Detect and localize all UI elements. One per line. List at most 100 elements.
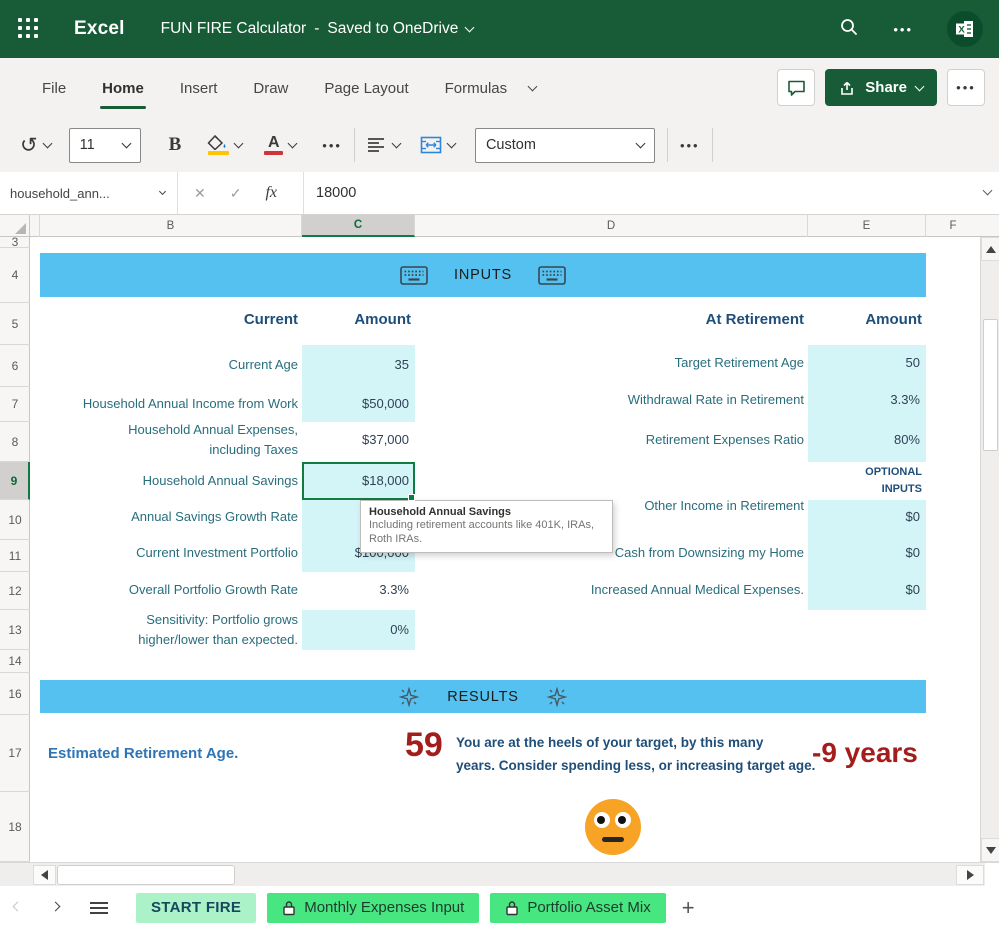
expand-formula-bar-chevron-icon[interactable] <box>983 186 993 196</box>
sheet-canvas[interactable]: INPUTS Current Amount At Retirement Amou… <box>30 237 980 862</box>
row-header-14[interactable]: 14 <box>0 650 30 673</box>
document-title[interactable]: FUN FIRE Calculator - Saved to OneDrive <box>161 20 474 38</box>
column-header-a[interactable] <box>30 215 40 237</box>
scroll-down-button[interactable] <box>981 838 999 862</box>
cancel-icon[interactable]: ✕ <box>194 185 206 202</box>
cell-label[interactable]: Sensitivity: Portfolio grows higher/lowe… <box>78 610 298 650</box>
amount-header-left[interactable]: Amount <box>300 310 411 330</box>
comments-button[interactable] <box>777 69 815 106</box>
cell-value[interactable]: 3.3% <box>810 390 920 410</box>
cell-label[interactable]: Overall Portfolio Growth Rate <box>40 580 298 600</box>
scroll-left-button[interactable] <box>33 865 56 885</box>
enter-icon[interactable]: ✓ <box>230 185 242 202</box>
cell-label[interactable]: Annual Savings Growth Rate <box>40 507 298 527</box>
cell-value[interactable]: 80% <box>810 430 920 450</box>
cell-value[interactable]: 3.3% <box>304 580 409 600</box>
cell-value[interactable]: 35 <box>304 355 409 375</box>
more-tabs-chevron-icon[interactable] <box>528 82 538 92</box>
cell-value[interactable]: $0 <box>810 580 920 600</box>
next-sheet-chevron-icon[interactable] <box>42 906 68 910</box>
scroll-right-button[interactable] <box>956 865 984 885</box>
years-delta-value[interactable]: -9 years <box>812 737 918 769</box>
estimated-age-value[interactable]: 59 <box>405 726 443 765</box>
font-size-select[interactable]: 11 <box>69 128 141 163</box>
formula-input[interactable]: 18000 <box>304 185 356 201</box>
alignment-button[interactable] <box>367 137 400 153</box>
cell-value[interactable]: $0 <box>810 543 920 563</box>
row-header-18[interactable]: 18 <box>0 792 30 862</box>
cell-label[interactable]: Increased Annual Medical Expenses. <box>500 580 804 600</box>
cell-value[interactable]: 50 <box>810 353 920 373</box>
sheet-tab-portfolio-asset-mix[interactable]: Portfolio Asset Mix <box>490 893 665 923</box>
column-header-c[interactable]: C <box>302 215 415 237</box>
cell-value[interactable]: $37,000 <box>304 430 409 450</box>
excel-app-icon[interactable]: X <box>947 11 983 47</box>
cell-label[interactable]: Withdrawal Rate in Retirement <box>500 390 804 410</box>
cell-label[interactable]: Current Investment Portfolio <box>40 543 298 563</box>
vertical-scroll-thumb[interactable] <box>983 319 998 451</box>
cell-label[interactable]: Household Annual Expenses, including Tax… <box>78 420 298 460</box>
tab-file[interactable]: File <box>24 70 84 107</box>
ribbon-more-button[interactable]: ••• <box>947 69 985 106</box>
horizontal-scrollbar[interactable] <box>0 862 999 886</box>
sheet-tab-start-fire[interactable]: START FIRE <box>136 893 256 923</box>
select-all-corner[interactable] <box>0 215 30 237</box>
column-header-e[interactable]: E <box>808 215 926 237</box>
results-section-bar[interactable]: RESULTS <box>40 680 926 713</box>
sheet-tab-monthly-expenses[interactable]: Monthly Expenses Input <box>267 893 479 923</box>
inputs-section-bar[interactable]: INPUTS <box>40 253 926 297</box>
row-header-5[interactable]: 5 <box>0 303 30 345</box>
all-sheets-menu-icon[interactable] <box>90 902 108 914</box>
more-options-icon[interactable]: ••• <box>893 23 913 36</box>
font-color-button[interactable]: A <box>264 135 296 155</box>
row-header-7[interactable]: 7 <box>0 387 30 422</box>
row-header-16[interactable]: 16 <box>0 673 30 715</box>
row-header-9[interactable]: 9 <box>0 462 30 500</box>
fill-handle[interactable] <box>408 494 415 501</box>
cell-label[interactable]: Target Retirement Age <box>500 353 804 373</box>
cell-value[interactable]: $50,000 <box>304 394 409 414</box>
estimated-retirement-age-label[interactable]: Estimated Retirement Age. <box>48 745 238 762</box>
prev-sheet-chevron-icon[interactable] <box>4 906 30 910</box>
amount-header-right[interactable]: Amount <box>810 310 922 330</box>
cell-value[interactable]: 0% <box>304 620 409 640</box>
font-more-icon[interactable]: ••• <box>322 138 342 153</box>
search-icon[interactable] <box>839 17 859 42</box>
selected-cell[interactable] <box>302 462 415 500</box>
tab-draw[interactable]: Draw <box>235 70 306 107</box>
tab-page-layout[interactable]: Page Layout <box>306 70 426 107</box>
chevron-down-icon[interactable] <box>465 23 475 33</box>
row-header-6[interactable]: 6 <box>0 345 30 387</box>
row-header-17[interactable]: 17 <box>0 715 30 792</box>
app-launcher-icon[interactable] <box>18 18 40 40</box>
vertical-scrollbar[interactable] <box>980 237 999 862</box>
cell-value[interactable]: $0 <box>810 507 920 527</box>
horizontal-scroll-thumb[interactable] <box>57 865 235 885</box>
row-header-4[interactable]: 4 <box>0 248 30 303</box>
current-header[interactable]: Current <box>140 310 298 330</box>
cell-label[interactable]: Household Annual Income from Work <box>40 394 298 414</box>
cell-label[interactable]: Current Age <box>40 355 298 375</box>
undo-button[interactable]: ↺ <box>20 135 51 156</box>
row-header-10[interactable]: 10 <box>0 500 30 540</box>
row-header-11[interactable]: 11 <box>0 540 30 572</box>
cell-label[interactable]: Household Annual Savings <box>40 471 298 491</box>
column-header-b[interactable]: B <box>40 215 302 237</box>
scroll-up-button[interactable] <box>981 237 999 261</box>
tab-formulas[interactable]: Formulas <box>427 70 526 107</box>
tab-insert[interactable]: Insert <box>162 70 236 107</box>
toolbar-more-icon[interactable]: ••• <box>680 138 700 153</box>
name-box[interactable]: household_ann... <box>0 172 178 214</box>
share-button[interactable]: Share <box>825 69 937 106</box>
row-header-13[interactable]: 13 <box>0 610 30 650</box>
add-sheet-button[interactable]: + <box>682 897 695 919</box>
tab-home[interactable]: Home <box>84 70 162 107</box>
insert-function-icon[interactable]: fx <box>265 184 277 202</box>
bold-button[interactable]: B <box>169 134 182 156</box>
row-header-8[interactable]: 8 <box>0 422 30 462</box>
row-header-12[interactable]: 12 <box>0 572 30 610</box>
fill-color-button[interactable] <box>207 135 242 155</box>
column-header-f[interactable]: F <box>926 215 980 237</box>
merge-button[interactable] <box>420 136 455 154</box>
at-retirement-header[interactable]: At Retirement <box>590 310 804 330</box>
